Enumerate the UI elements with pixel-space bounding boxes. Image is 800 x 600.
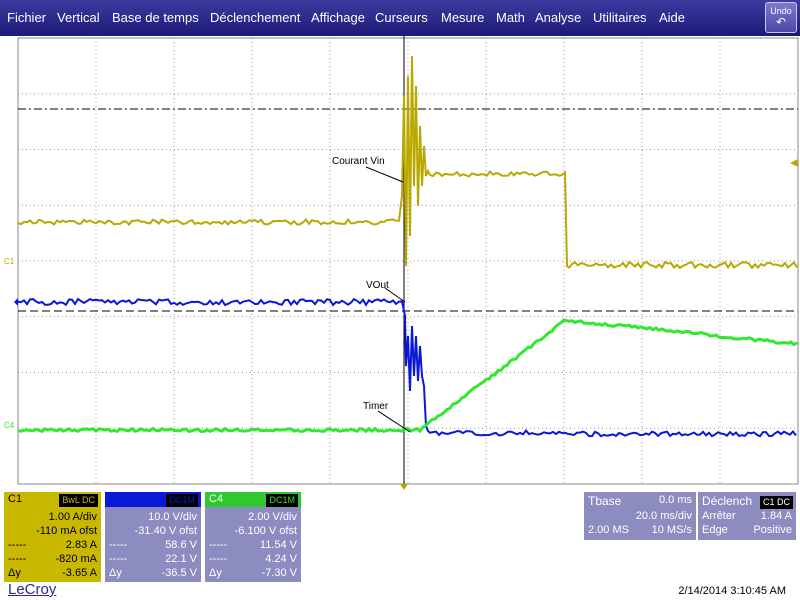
menu-base-de-temps[interactable]: Base de temps [112, 10, 199, 25]
channel-panel-c1[interactable]: C1 BwL DC 1.00 A/div -110 mA ofst ----- 2… [4, 492, 101, 582]
menu-declenchement[interactable]: Déclenchement [210, 10, 300, 25]
c1-cursor1-icon: ----- [8, 539, 26, 551]
trigger-level-marker-icon[interactable] [790, 159, 798, 167]
c3-cursor1-icon: ----- [109, 539, 127, 551]
trigger-level: 1.84 A [761, 510, 792, 522]
c4-vdiv: 2.00 V/div [248, 511, 297, 523]
trigger-slope: Positive [753, 524, 792, 536]
c3-dy-value: -36.5 V [162, 567, 197, 579]
annotation-courant-vin: Courant Vin [332, 156, 385, 167]
c4-dy-label: Δy [209, 567, 222, 579]
c3-dy-label: Δy [109, 567, 122, 579]
menu-aide[interactable]: Aide [659, 10, 685, 25]
c3-cursor2-value: 22.1 V [165, 553, 197, 565]
c1-coupling-badge: BwL DC [59, 494, 98, 507]
datetime-readout: 2/14/2014 3:10:45 AM [678, 585, 786, 597]
c1-dy-label: Δy [8, 567, 21, 579]
marker-c1[interactable]: C1 [4, 257, 15, 266]
tbase-tdiv: 20.0 ms/div [636, 510, 692, 522]
channel-panel-c4[interactable]: C4 DC1M 2.00 V/div -6.100 V ofst ----- 11… [205, 492, 301, 582]
c1-cursor2-icon: ----- [8, 553, 26, 565]
c1-offset: -110 mA ofst [36, 525, 97, 537]
trigger-type: Edge [702, 524, 728, 536]
trigger-label: Déclench [702, 494, 752, 508]
trigger-panel[interactable]: Déclench C1 DC Arrêter 1.84 A Edge Positiv… [698, 492, 796, 540]
undo-icon: ↶ [766, 16, 796, 28]
lecroy-logo: LeCroy [8, 581, 56, 598]
menu-vertical[interactable]: Vertical [57, 10, 100, 25]
menu-fichier[interactable]: Fichier [7, 10, 46, 25]
c1-dy-value: -3.65 A [62, 567, 97, 579]
c1-vdiv: 1.00 A/div [49, 511, 97, 523]
menu-analyse[interactable]: Analyse [535, 10, 581, 25]
undo-button[interactable]: Undo ↶ [765, 2, 797, 33]
trigger-position-marker-icon[interactable] [400, 484, 408, 490]
c3-name: C3 [109, 493, 123, 505]
c4-offset: -6.100 V ofst [235, 525, 297, 537]
c4-cursor1-icon: ----- [209, 539, 227, 551]
c1-name: C1 [8, 493, 22, 505]
waveform-display[interactable]: Courant Vin VOut Timer C1 C4 [0, 36, 800, 490]
c3-cursor2-icon: ----- [109, 553, 127, 565]
marker-c4[interactable]: C4 [4, 421, 15, 430]
c4-name: C4 [209, 493, 223, 505]
ground-marker-c3-icon[interactable] [14, 298, 18, 306]
c4-dy-value: -7.30 V [262, 567, 297, 579]
menu-bar: Fichier Vertical Base de temps Déclenche… [0, 0, 800, 36]
annotation-vout: VOut [366, 280, 389, 291]
menu-mesure[interactable]: Mesure [441, 10, 484, 25]
tbase-rate: 10 MS/s [652, 524, 692, 536]
annotation-leader-courant [366, 167, 403, 182]
tbase-value: 0.0 ms [659, 494, 692, 506]
trace-c1-current [18, 56, 797, 268]
tbase-label: Tbase [588, 494, 621, 508]
c3-offset: -31.40 V ofst [135, 525, 197, 537]
tbase-samples: 2.00 MS [588, 524, 629, 536]
c1-cursor1-value: 2.83 A [66, 539, 97, 551]
c3-vdiv: 10.0 V/div [148, 511, 197, 523]
c4-cursor2-value: 4.24 V [265, 553, 297, 565]
trace-c3-vout [18, 299, 796, 436]
menu-affichage[interactable]: Affichage [311, 10, 365, 25]
trigger-source-badge: C1 DC [760, 496, 793, 509]
c1-cursor2-value: -820 mA [55, 553, 97, 565]
menu-math[interactable]: Math [496, 10, 525, 25]
menu-curseurs[interactable]: Curseurs [375, 10, 428, 25]
c3-coupling-badge: DC1M [166, 494, 198, 507]
c4-cursor1-value: 11.54 V [260, 539, 297, 551]
c3-cursor1-value: 58.6 V [165, 539, 197, 551]
channel-panel-c3[interactable]: C3 DC1M 10.0 V/div -31.40 V ofst ----- 58… [105, 492, 201, 582]
c4-cursor2-icon: ----- [209, 553, 227, 565]
menu-utilitaires[interactable]: Utilitaires [593, 10, 646, 25]
trigger-mode: Arrêter [702, 510, 736, 522]
timebase-panel[interactable]: Tbase 0.0 ms 20.0 ms/div 2.00 MS 10 MS/s [584, 492, 696, 540]
annotation-timer: Timer [363, 401, 389, 412]
c4-coupling-badge: DC1M [266, 494, 298, 507]
annotation-leader-timer [378, 411, 410, 432]
